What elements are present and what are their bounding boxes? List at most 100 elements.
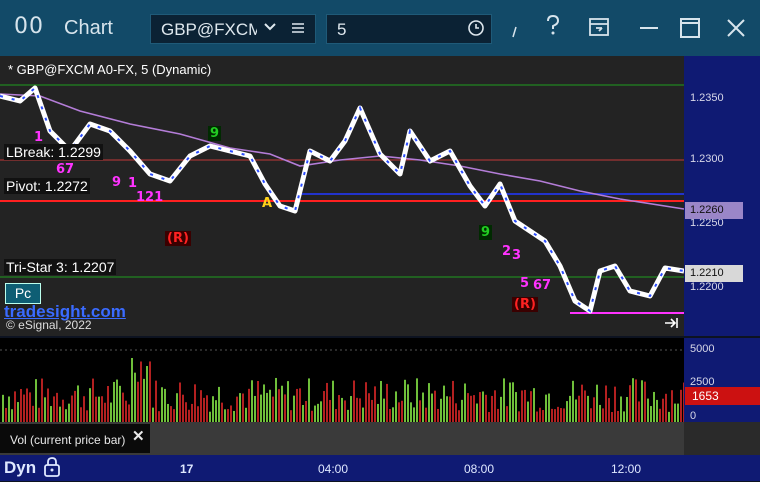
time-axis[interactable] bbox=[0, 455, 760, 481]
volume-bar bbox=[377, 403, 379, 422]
price-chart-canvas[interactable] bbox=[0, 56, 684, 336]
scroll-to-end-icon[interactable] bbox=[664, 316, 680, 333]
volume-bar bbox=[332, 380, 334, 422]
volume-bar bbox=[149, 361, 151, 422]
volume-bar bbox=[497, 408, 499, 422]
layout-icon[interactable] bbox=[588, 17, 610, 45]
volume-bar bbox=[98, 396, 100, 422]
interval-input[interactable]: 5 bbox=[326, 14, 492, 44]
volume-bar bbox=[638, 401, 640, 422]
volume-bar bbox=[122, 392, 124, 422]
volume-bar bbox=[80, 407, 82, 422]
price-tick: 1.2300 bbox=[690, 153, 724, 165]
help-icon[interactable] bbox=[545, 14, 561, 42]
volume-bar bbox=[545, 394, 547, 422]
volume-bar bbox=[491, 395, 493, 422]
volume-bar bbox=[485, 394, 487, 422]
volume-bar bbox=[266, 392, 268, 422]
volume-bar bbox=[356, 397, 358, 422]
volume-study-label[interactable]: Vol (current price bar) ✕ bbox=[0, 424, 150, 453]
volume-bar bbox=[89, 388, 91, 422]
volume-bar bbox=[110, 402, 112, 422]
volume-bar bbox=[290, 410, 292, 422]
volume-bar bbox=[518, 411, 520, 422]
volume-bar bbox=[215, 400, 217, 422]
maximize-icon[interactable] bbox=[679, 17, 701, 45]
volume-bar bbox=[59, 406, 61, 422]
volume-bar bbox=[323, 391, 325, 422]
close-study-icon[interactable]: ✕ bbox=[132, 427, 145, 445]
chart-title: * GBP@FXCM A0-FX, 5 (Dynamic) bbox=[8, 62, 212, 77]
volume-bar bbox=[671, 390, 673, 422]
volume-bar bbox=[35, 379, 37, 422]
volume-bar bbox=[551, 408, 553, 422]
menu-icon[interactable] bbox=[291, 18, 305, 43]
close-icon[interactable] bbox=[725, 17, 747, 45]
volume-bar bbox=[158, 411, 160, 422]
volume-bar bbox=[350, 396, 352, 422]
volume-bar bbox=[602, 408, 604, 422]
volume-bar bbox=[431, 393, 433, 422]
clock-icon[interactable] bbox=[467, 19, 485, 42]
draw-icon[interactable] bbox=[510, 22, 520, 45]
volume-bar bbox=[224, 409, 226, 422]
pc-button[interactable]: Pc bbox=[5, 283, 41, 304]
volume-bar bbox=[335, 409, 337, 422]
volume-bar bbox=[362, 407, 364, 422]
volume-bar bbox=[389, 408, 391, 422]
chevron-down-icon[interactable] bbox=[263, 20, 277, 37]
volume-study-name: Vol (current price bar) bbox=[10, 433, 126, 447]
lock-icon[interactable] bbox=[43, 457, 61, 482]
signal-marker: 1 bbox=[34, 130, 44, 145]
dynamic-badge[interactable]: Dyn bbox=[4, 458, 36, 478]
volume-bar bbox=[275, 377, 277, 422]
volume-bar bbox=[371, 399, 373, 422]
volume-bar bbox=[308, 378, 310, 422]
current-volume-tag: 1653 bbox=[685, 387, 760, 405]
volume-bar bbox=[50, 406, 52, 422]
volume-bar bbox=[236, 396, 238, 422]
volume-bar bbox=[557, 406, 559, 422]
volume-bar bbox=[620, 396, 622, 422]
volume-bar bbox=[23, 394, 25, 422]
volume-bar bbox=[56, 392, 58, 422]
volume-bar bbox=[281, 385, 283, 422]
volume-bar bbox=[374, 386, 376, 422]
volume-bar bbox=[536, 411, 538, 422]
volume-bar bbox=[680, 389, 682, 422]
volume-bar bbox=[104, 402, 106, 422]
symbol-input[interactable]: GBP@FXCM bbox=[150, 14, 316, 44]
minimize-icon[interactable] bbox=[638, 17, 660, 45]
volume-bar bbox=[632, 378, 634, 422]
volume-bar bbox=[206, 395, 208, 422]
volume-bar bbox=[125, 400, 127, 422]
volume-bar bbox=[572, 380, 574, 422]
volume-bar bbox=[233, 410, 235, 422]
volume-bar bbox=[635, 379, 637, 422]
volume-bar bbox=[62, 399, 64, 422]
volume-bar bbox=[68, 403, 70, 422]
volume-bar bbox=[248, 388, 250, 422]
volume-chart-canvas[interactable] bbox=[0, 338, 684, 422]
volume-bar bbox=[239, 393, 241, 422]
volume-bar bbox=[413, 407, 415, 422]
signal-marker: (R) bbox=[165, 231, 191, 246]
volume-bar bbox=[527, 401, 529, 422]
volume-bar bbox=[437, 408, 439, 422]
volume-bar bbox=[629, 385, 631, 422]
volume-bar bbox=[218, 386, 220, 422]
volume-bar bbox=[329, 399, 331, 422]
volume-bar bbox=[143, 378, 145, 422]
volume-bar bbox=[47, 388, 49, 422]
volume-bar bbox=[38, 407, 40, 422]
tristar-label: Tri-Star 3: 1.2207 bbox=[4, 259, 117, 275]
volume-bar bbox=[578, 395, 580, 422]
volume-bar bbox=[476, 403, 478, 422]
volume-bar bbox=[566, 401, 568, 422]
volume-bar bbox=[53, 396, 55, 422]
signal-marker: A bbox=[262, 196, 273, 211]
volume-bar bbox=[524, 389, 526, 422]
volume-bar bbox=[167, 403, 169, 422]
volume-bar bbox=[32, 405, 34, 422]
lbreak-label: LBreak: 1.2299 bbox=[4, 144, 103, 160]
